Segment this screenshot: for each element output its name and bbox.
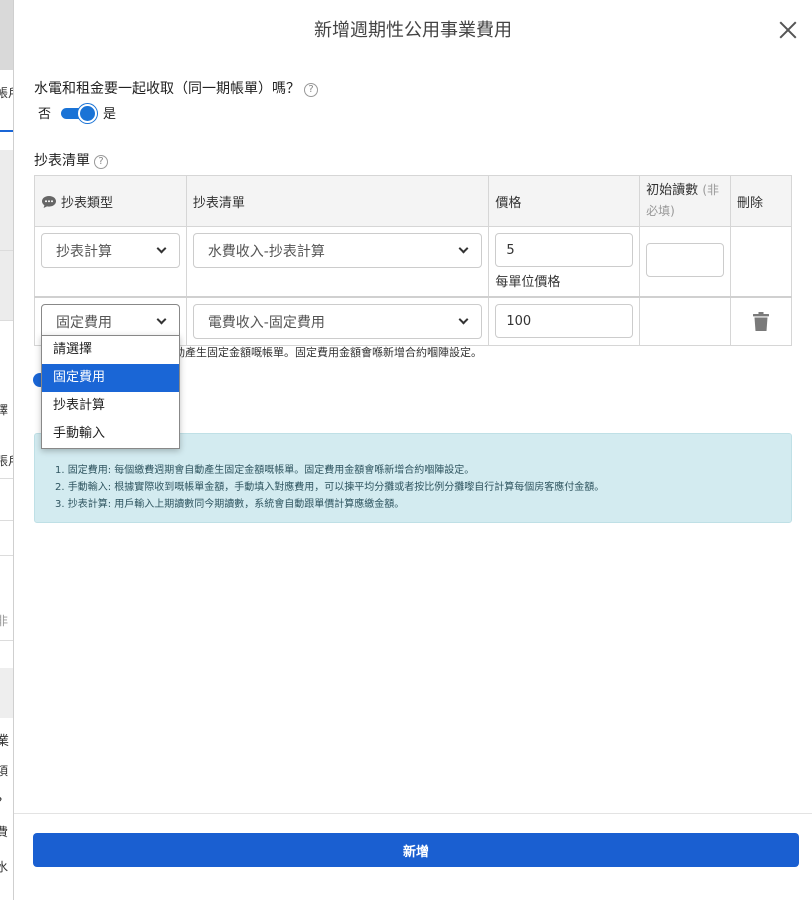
trash-icon[interactable] bbox=[753, 312, 770, 331]
footer-divider bbox=[14, 813, 812, 814]
dropdown-option[interactable]: 抄表計算 bbox=[42, 392, 179, 420]
header-price: 價格 bbox=[488, 175, 641, 227]
price-input[interactable]: 5 bbox=[495, 233, 634, 267]
background-fragment: 張戶 bbox=[0, 454, 14, 468]
background-fragment: 帳戶 bbox=[0, 86, 14, 100]
close-icon[interactable] bbox=[778, 20, 798, 40]
header-initial-label: 初始讀數 bbox=[646, 183, 699, 198]
chevron-down-icon bbox=[156, 243, 167, 254]
meter-table: 抄表類型 抄表清單 價格 初始讀數 (非必填) 刪除 抄表計算 水費收入-抄表計… bbox=[34, 175, 792, 346]
meter-type-value: 固定費用 bbox=[56, 314, 112, 331]
modal-dialog: 新增週期性公用事業費用 水電和租金要一起收取（同一期帳單）嗎？? 否 是 抄表清… bbox=[13, 0, 812, 900]
chat-bubble-icon bbox=[42, 195, 56, 208]
header-list: 抄表清單 bbox=[185, 175, 490, 227]
modal-title: 新增週期性公用事業費用 bbox=[314, 20, 512, 41]
meter-list-value: 電費收入-固定費用 bbox=[207, 314, 325, 331]
initial-reading-input[interactable] bbox=[646, 243, 725, 277]
info-line: 3. 抄表計算: 用戶輸入上期讀數同今期讀數，系統會自動跟單價計算應繳金額。 bbox=[55, 499, 405, 510]
submit-button[interactable]: 新增 bbox=[33, 833, 799, 867]
background-fragment: 水 bbox=[0, 860, 9, 874]
dropdown-option[interactable]: 手動輸入 bbox=[42, 420, 179, 448]
info-line: 2. 手動輸入: 根據實際收到嘅帳單金額，手動填入對應費用，可以揀平均分攤或者按… bbox=[55, 482, 605, 493]
meter-list-value: 水費收入-抄表計算 bbox=[207, 243, 325, 260]
dropdown-option[interactable]: 固定費用 bbox=[42, 364, 179, 392]
header-initial: 初始讀數 (非必填) bbox=[639, 175, 732, 227]
background-fragment: 非 bbox=[0, 614, 9, 628]
meter-type-dropdown: 請選擇 固定費用 抄表計算 手動輸入 bbox=[41, 335, 180, 449]
meter-list-select[interactable]: 電費收入-固定費用 bbox=[192, 304, 483, 339]
combine-billing-toggle-row: 否 是 bbox=[38, 103, 117, 123]
meter-list-label: 抄表清單 bbox=[34, 153, 90, 169]
combine-billing-label: 水電和租金要一起收取（同一期帳單）嗎？ bbox=[34, 81, 300, 97]
dropdown-option[interactable]: 請選擇 bbox=[42, 336, 179, 364]
toggle-on-label: 是 bbox=[103, 107, 117, 122]
header-delete: 刪除 bbox=[730, 175, 792, 227]
chevron-down-icon bbox=[156, 314, 167, 325]
toggle-knob bbox=[78, 103, 98, 123]
meter-type-select[interactable]: 抄表計算 bbox=[41, 233, 180, 268]
table-row: 抄表計算 水費收入-抄表計算 5 每單位價格 bbox=[34, 226, 792, 298]
combine-billing-question: 水電和租金要一起收取（同一期帳單）嗎？? bbox=[34, 78, 318, 98]
combine-billing-toggle[interactable] bbox=[61, 103, 98, 123]
meter-list-section: 抄表清單? bbox=[34, 150, 108, 170]
meter-type-value: 抄表計算 bbox=[56, 243, 112, 260]
help-icon[interactable]: ? bbox=[304, 83, 318, 97]
background-fragment: 業 bbox=[0, 734, 10, 749]
toggle-off-label: 否 bbox=[38, 107, 52, 122]
help-icon[interactable]: ? bbox=[94, 155, 108, 169]
meter-list-select[interactable]: 水費收入-抄表計算 bbox=[192, 233, 483, 268]
background-fragment: ? bbox=[0, 795, 2, 809]
chevron-down-icon bbox=[458, 243, 469, 254]
price-unit-label: 每單位價格 bbox=[495, 275, 561, 290]
chevron-down-icon bbox=[458, 314, 469, 325]
background-fragment: 費 bbox=[0, 825, 9, 839]
meter-type-select[interactable]: 固定費用 bbox=[41, 304, 180, 339]
header-type: 抄表類型 bbox=[34, 175, 187, 227]
price-input[interactable]: 100 bbox=[495, 304, 634, 338]
background-page: 帳戶 擇 張戶 非 業 項 ? 費 水 bbox=[0, 0, 14, 900]
info-line: 1. 固定費用: 每個繳費週期會自動產生固定金額嘅帳單。固定費用金額會喺新增合約… bbox=[55, 465, 475, 476]
background-fragment: 項 bbox=[0, 764, 9, 778]
fixed-fee-hint: 自動產生固定金額嘅帳單。固定費用金額會喺新增合約嗰陣設定。 bbox=[163, 346, 482, 359]
background-fragment: 擇 bbox=[0, 403, 9, 417]
header-type-label: 抄表類型 bbox=[61, 195, 114, 211]
